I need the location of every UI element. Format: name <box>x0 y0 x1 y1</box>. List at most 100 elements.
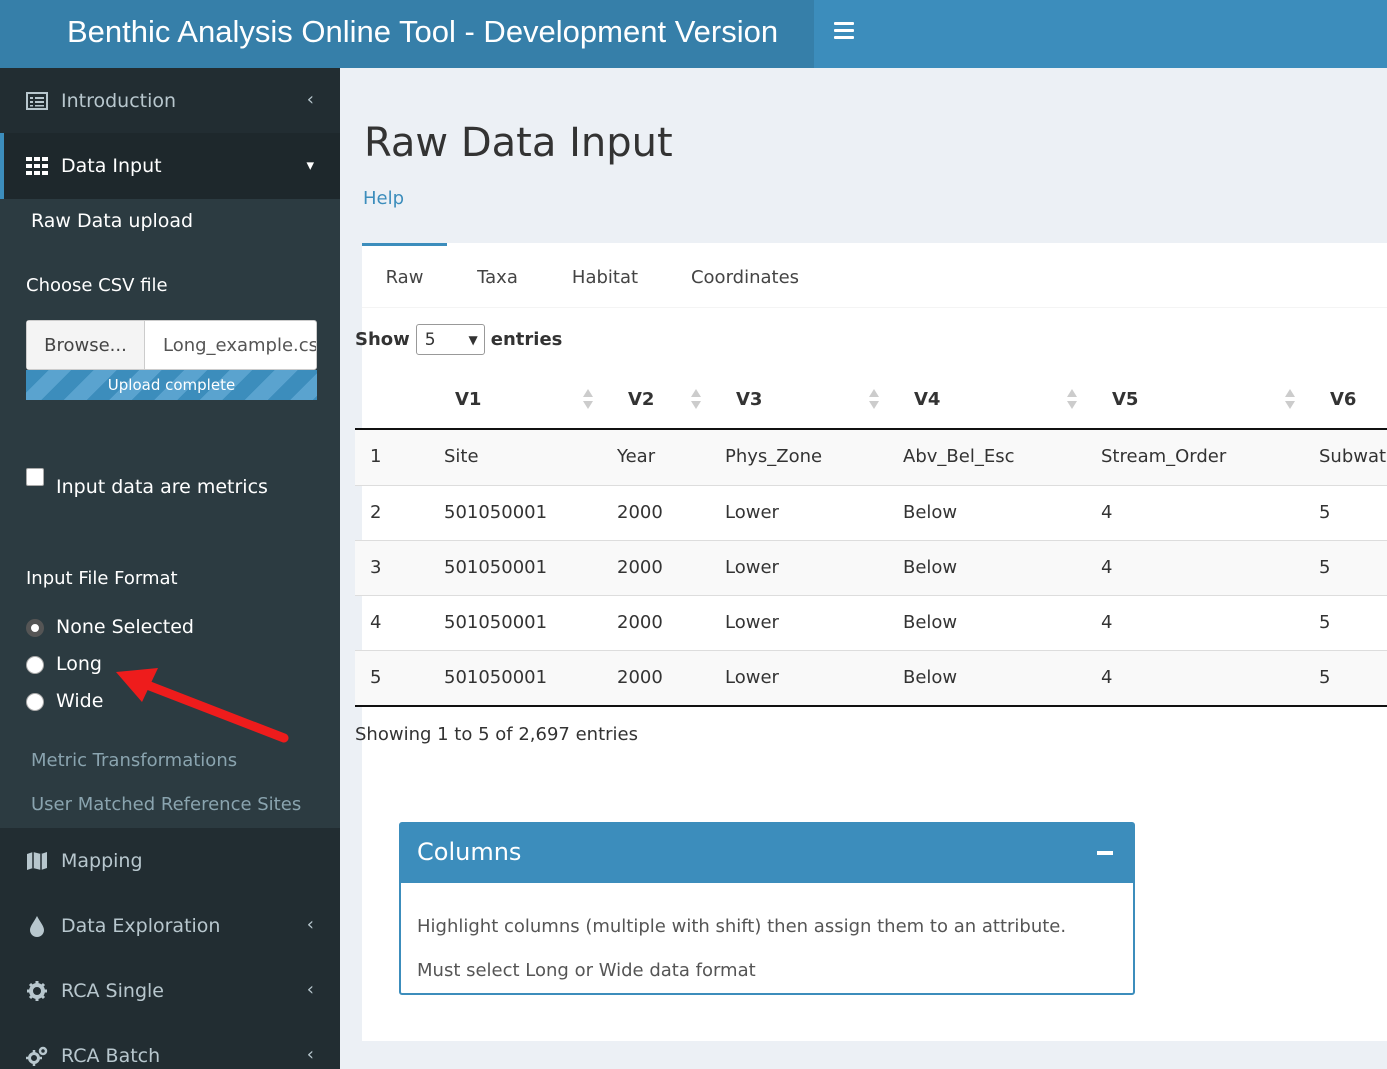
table-cell: 5 <box>1319 612 1331 633</box>
table-row[interactable]: 5 501050001 2000 Lower Below 4 5 <box>355 650 1387 705</box>
table-body: 1 Site Year Phys_Zone Abv_Bel_Esc Stream… <box>355 430 1387 707</box>
file-name-field: Long_example.csv <box>163 334 316 356</box>
column-header-v2[interactable]: V2 <box>628 373 654 430</box>
table-row[interactable]: 2 501050001 2000 Lower Below 4 5 <box>355 485 1387 540</box>
table-cell: 2000 <box>617 557 663 578</box>
entries-label: entries <box>490 329 563 350</box>
tint-icon <box>26 915 48 937</box>
table-cell: 2000 <box>617 502 663 523</box>
table-cell: Below <box>903 557 958 578</box>
metrics-checkbox[interactable] <box>26 468 44 486</box>
table-cell: 5 <box>370 667 382 688</box>
columns-box: Columns Highlight columns (multiple with… <box>399 822 1135 995</box>
browse-button[interactable]: Browse... <box>27 321 145 369</box>
column-header-v3[interactable]: V3 <box>736 373 762 430</box>
table-cell: 5 <box>1319 667 1331 688</box>
table-cell: 1 <box>370 446 382 467</box>
tab-raw[interactable]: Raw <box>362 243 447 308</box>
radio-long[interactable] <box>26 656 44 674</box>
table-cell: Phys_Zone <box>725 446 823 467</box>
chevron-left-icon: ‹ <box>306 89 314 110</box>
collapse-minus-icon[interactable] <box>1097 851 1113 855</box>
sort-icon[interactable] <box>1284 389 1296 411</box>
sidebar-item-label: Data Input <box>61 155 162 177</box>
table-cell: 4 <box>1101 667 1113 688</box>
column-header-v4[interactable]: V4 <box>914 373 940 430</box>
table-cell: 4 <box>1101 612 1113 633</box>
sort-icon[interactable] <box>582 389 594 411</box>
sidebar-item-label: Introduction <box>61 89 177 112</box>
sidebar-item-data-exploration[interactable]: Data Exploration ‹ <box>0 893 340 958</box>
radio-label-long[interactable]: Long <box>56 653 102 675</box>
app-title: Benthic Analysis Online Tool - Developme… <box>0 0 814 68</box>
sidebar-item-data-input[interactable]: Data Input ▾ <box>0 133 340 199</box>
metric-transformations-link[interactable]: Metric Transformations <box>31 750 237 771</box>
sidebar-item-mapping[interactable]: Mapping <box>0 828 340 893</box>
tab-bar: Raw Taxa Habitat Coordinates <box>362 243 1387 308</box>
sidebar-item-rca-batch[interactable]: RCA Batch ‹ <box>0 1023 340 1069</box>
sidebar: Introduction ‹ Data Input ▾ Raw Data upl… <box>0 68 340 1069</box>
table-row[interactable]: 1 Site Year Phys_Zone Abv_Bel_Esc Stream… <box>355 430 1387 485</box>
table-info: Showing 1 to 5 of 2,697 entries <box>355 724 638 745</box>
radio-none-selected[interactable] <box>26 619 44 637</box>
table-cell: Site <box>444 446 479 467</box>
table-cell: Below <box>903 667 958 688</box>
user-matched-reference-link[interactable]: User Matched Reference Sites <box>31 794 301 815</box>
table-icon <box>26 155 48 177</box>
table-cell: 501050001 <box>444 502 548 523</box>
page-length-control: Show 5 ▼ entries <box>355 324 562 355</box>
radio-wide[interactable] <box>26 693 44 711</box>
column-header-v1[interactable]: V1 <box>455 373 481 430</box>
table-cell: 2 <box>370 502 382 523</box>
column-header-v5[interactable]: V5 <box>1112 373 1138 430</box>
table-cell: Lower <box>725 612 779 633</box>
sidebar-item-introduction[interactable]: Introduction ‹ <box>0 68 340 133</box>
sort-icon[interactable] <box>1066 389 1078 411</box>
sort-icon[interactable] <box>868 389 880 411</box>
data-input-submenu: Raw Data upload Choose CSV file Browse..… <box>0 199 340 828</box>
top-header: Benthic Analysis Online Tool - Developme… <box>0 0 1387 68</box>
table-row[interactable]: 3 501050001 2000 Lower Below 4 5 <box>355 540 1387 595</box>
table-cell: 2000 <box>617 612 663 633</box>
table-cell: 2000 <box>617 667 663 688</box>
table-cell: Below <box>903 502 958 523</box>
tab-taxa[interactable]: Taxa <box>447 243 548 308</box>
table-cell: Lower <box>725 667 779 688</box>
table-cell: 3 <box>370 557 382 578</box>
table-cell: 5 <box>1319 557 1331 578</box>
sort-icon[interactable] <box>690 389 702 411</box>
sidebar-item-rca-single[interactable]: RCA Single ‹ <box>0 958 340 1023</box>
sidebar-item-label: RCA Batch <box>61 1044 161 1067</box>
columns-box-title: Columns <box>417 838 522 866</box>
chevron-left-icon: ‹ <box>306 1044 314 1065</box>
dropdown-arrow-icon: ▼ <box>468 332 478 347</box>
columns-format-warning: Must select Long or Wide data format <box>417 960 756 981</box>
raw-data-upload-link[interactable]: Raw Data upload <box>31 210 193 232</box>
csv-file-input[interactable]: Browse... Long_example.csv <box>26 320 317 370</box>
table-cell: 4 <box>370 612 382 633</box>
columns-box-header: Columns <box>401 824 1133 883</box>
table-cell: Stream_Order <box>1101 446 1227 467</box>
chevron-down-icon: ▾ <box>306 156 314 174</box>
radio-label-wide[interactable]: Wide <box>56 690 103 712</box>
tab-coordinates[interactable]: Coordinates <box>662 243 828 308</box>
table-cell: Below <box>903 612 958 633</box>
page-length-select[interactable]: 5 ▼ <box>415 324 485 355</box>
help-link[interactable]: Help <box>363 188 404 209</box>
chevron-left-icon: ‹ <box>306 979 314 1000</box>
table-cell: 501050001 <box>444 667 548 688</box>
table-row[interactable]: 4 501050001 2000 Lower Below 4 5 <box>355 595 1387 650</box>
sidebar-toggle-icon[interactable] <box>834 22 856 42</box>
column-header-v6[interactable]: V6 <box>1330 373 1356 430</box>
upload-status: Upload complete <box>107 376 236 394</box>
metrics-checkbox-label[interactable]: Input data are metrics <box>56 476 268 498</box>
tab-habitat[interactable]: Habitat <box>548 243 662 308</box>
list-alt-icon <box>26 90 48 112</box>
choose-csv-label: Choose CSV file <box>26 275 168 296</box>
sidebar-item-label: Data Exploration <box>61 914 221 937</box>
table-cell: Lower <box>725 502 779 523</box>
chevron-left-icon: ‹ <box>306 914 314 935</box>
table-cell: 5 <box>1319 502 1331 523</box>
columns-instruction: Highlight columns (multiple with shift) … <box>417 916 1067 937</box>
radio-label-none[interactable]: None Selected <box>56 616 194 638</box>
